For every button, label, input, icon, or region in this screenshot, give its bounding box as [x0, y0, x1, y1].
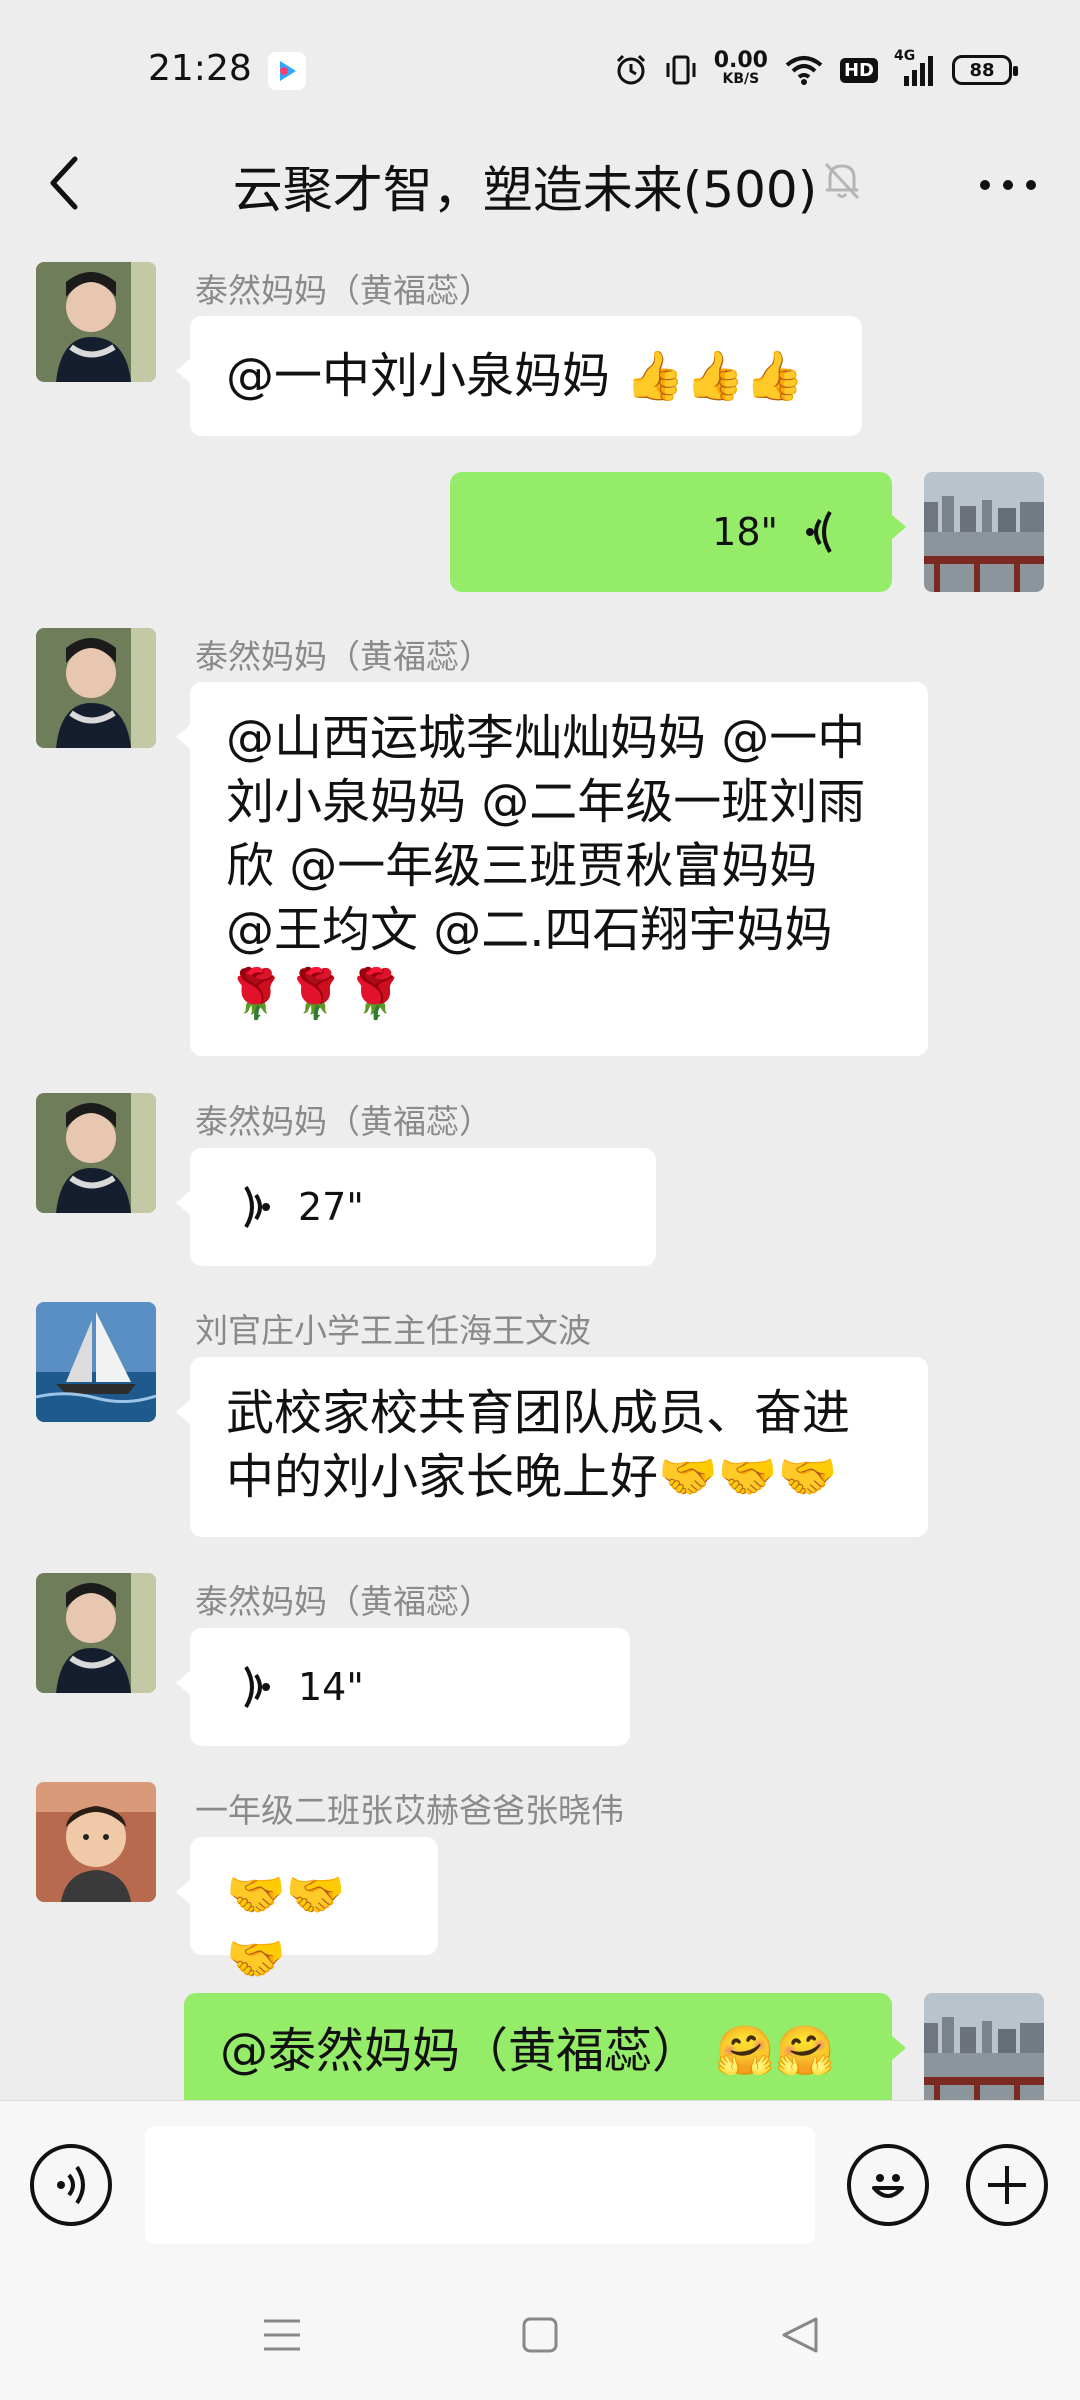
avatar[interactable] — [36, 262, 156, 382]
menu-button[interactable] — [252, 2310, 312, 2360]
input-bar — [0, 2100, 1080, 2270]
message-line: 欣 @一年级三班贾秋富妈妈 — [226, 838, 818, 894]
avatar[interactable] — [924, 1993, 1044, 2100]
message-bubble[interactable]: @山西运城李灿灿妈妈 @一中 刘小泉妈妈 @二年级一班刘雨 欣 @一年级三班贾秋… — [176, 682, 928, 1056]
status-bar: 21:28 0.00 KB/S HD 4G 88 — [0, 0, 1080, 130]
sender-name: 刘官庄小学王主任海王文波 — [195, 1311, 591, 1350]
alarm-icon — [616, 54, 645, 85]
voice-message-bubble[interactable]: 18" — [450, 472, 906, 592]
emoji-icon — [872, 2174, 904, 2198]
voice-duration: 18" — [712, 510, 778, 554]
message-bubble[interactable]: 武校家校共育团队成员、奋进 中的刘小家长晚上好🤝🤝🤝 — [176, 1357, 928, 1537]
message-line: @王均文 @二.四石翔宇妈妈 — [226, 902, 833, 958]
emoji-button[interactable] — [847, 2144, 929, 2226]
message-text: @泰然妈妈（黄福蕊） 🤗🤗 — [220, 2023, 835, 2079]
voice-wave-icon — [244, 1185, 270, 1229]
avatar[interactable] — [36, 1782, 156, 1902]
more-button[interactable] — [970, 150, 1046, 220]
status-time: 21:28 — [148, 48, 252, 89]
avatar[interactable] — [36, 1302, 156, 1422]
vibrate-icon — [666, 55, 696, 85]
plus-icon — [988, 2166, 1026, 2204]
message-line: @山西运城李灿灿妈妈 @一中 — [226, 710, 866, 766]
message-bubble[interactable]: 🤝🤝🤝 — [176, 1837, 438, 1987]
voice-mode-icon — [57, 2165, 85, 2205]
wifi-icon — [785, 56, 823, 85]
message-input[interactable] — [145, 2126, 815, 2244]
sender-name: 泰然妈妈（黄福蕊） — [195, 271, 492, 310]
sender-name: 泰然妈妈（黄福蕊） — [195, 1102, 492, 1141]
chat-title: 云聚才智，塑造未来(500) — [232, 161, 818, 219]
back-nav-button[interactable] — [770, 2310, 830, 2360]
menu-icon — [264, 2319, 300, 2351]
sender-name: 泰然妈妈（黄福蕊） — [195, 1582, 492, 1621]
chat-header: 云聚才智，塑造未来(500) — [0, 130, 1080, 240]
voice-message-bubble[interactable]: 27" — [176, 1148, 656, 1266]
message-line: 武校家校共育团队成员、奋进 — [226, 1385, 851, 1441]
message-line: 刘小泉妈妈 @二年级一班刘雨 — [226, 774, 866, 830]
message-line: 中的刘小家长晚上好🤝🤝🤝 — [226, 1449, 838, 1505]
battery-icon: 88 — [952, 55, 1018, 85]
message-list[interactable]: 泰然妈妈（黄福蕊） @一中刘小泉妈妈 👍👍👍 18" 泰然妈妈（黄福蕊） @山西… — [0, 240, 1080, 2100]
home-button[interactable] — [510, 2310, 570, 2360]
hd-badge: HD — [839, 57, 878, 83]
message-bubble[interactable]: @泰然妈妈（黄福蕊） 🤗🤗 — [184, 1993, 906, 2100]
message-line: 🌹🌹🌹 — [226, 966, 406, 1022]
home-icon — [522, 2317, 558, 2353]
avatar[interactable] — [36, 1573, 156, 1693]
avatar[interactable] — [36, 1093, 156, 1213]
sender-name: 泰然妈妈（黄福蕊） — [195, 637, 492, 676]
bell-off-icon — [818, 156, 866, 204]
voice-mode-button[interactable] — [30, 2144, 112, 2226]
voice-duration: 14" — [298, 1665, 364, 1709]
youku-icon — [268, 52, 306, 90]
signal-icon: 4G — [894, 48, 936, 88]
sender-name: 一年级二班张苡赫爸爸张晓伟 — [195, 1791, 624, 1830]
voice-wave-icon — [244, 1665, 270, 1709]
message-bubble[interactable]: @一中刘小泉妈妈 👍👍👍 — [176, 316, 862, 436]
avatar[interactable] — [924, 472, 1044, 592]
more-dots-icon — [980, 180, 1036, 190]
more-functions-button[interactable] — [966, 2144, 1048, 2226]
system-nav-bar — [0, 2270, 1080, 2400]
voice-wave-icon — [806, 510, 832, 554]
avatar[interactable] — [36, 628, 156, 748]
net-speed: 0.00 KB/S — [713, 48, 768, 88]
voice-duration: 27" — [298, 1185, 364, 1229]
message-text: 🤝🤝🤝 — [226, 1867, 346, 1987]
voice-message-bubble[interactable]: 14" — [176, 1628, 630, 1746]
message-text: @一中刘小泉妈妈 👍👍👍 — [226, 348, 805, 404]
back-triangle-icon — [782, 2317, 818, 2353]
status-icons: 0.00 KB/S HD 4G 88 — [614, 48, 1018, 92]
